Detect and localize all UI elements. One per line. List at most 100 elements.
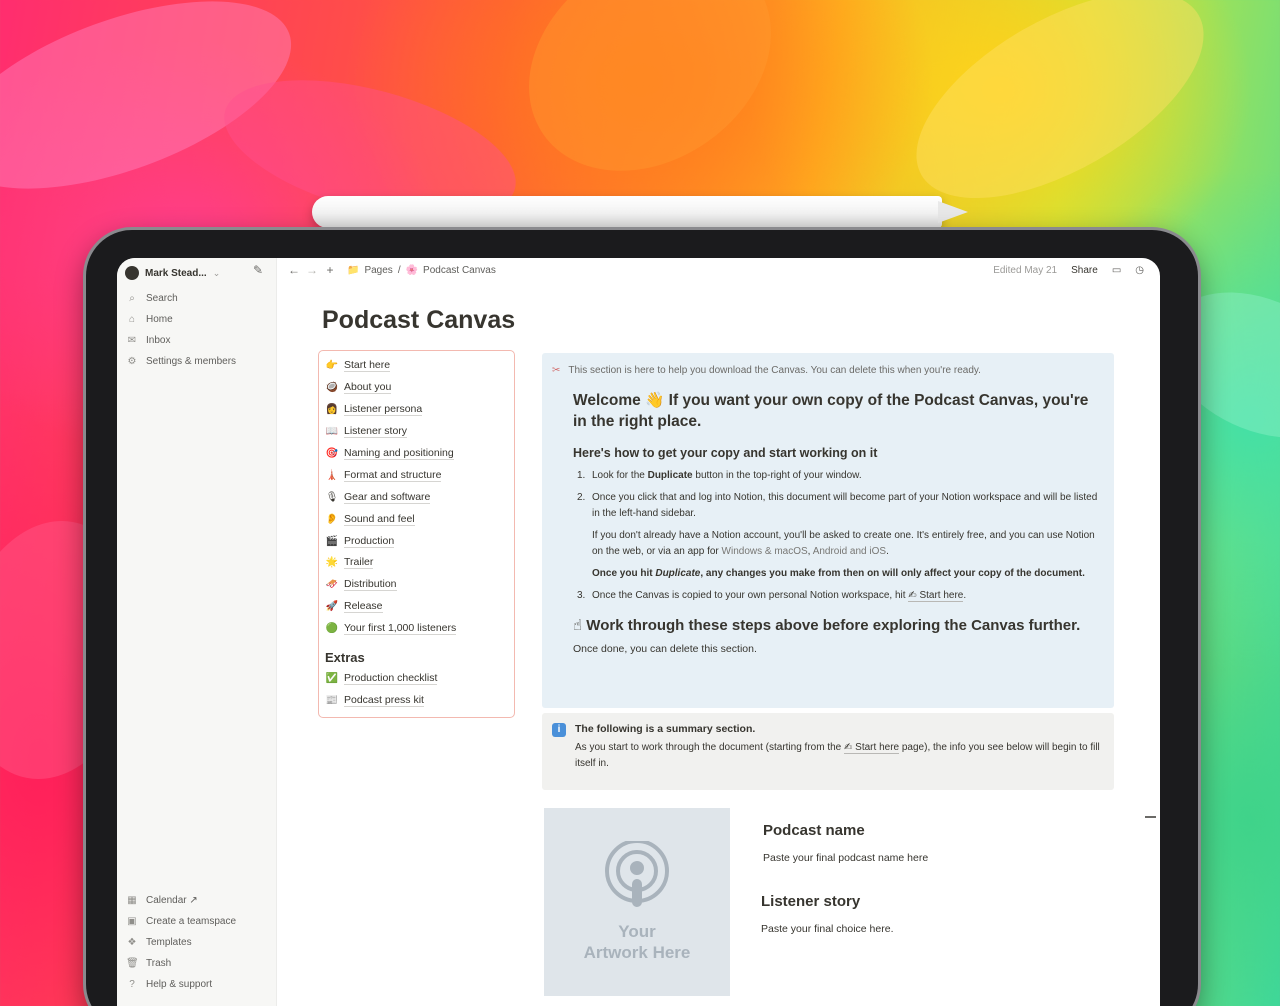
help-icon: ?	[129, 979, 135, 990]
artwork-placeholder[interactable]: Your Artwork Here	[544, 808, 730, 996]
toc-link-naming[interactable]: 🎯 Naming and positioning	[325, 443, 508, 465]
start-here-link[interactable]: ✍ Start here	[844, 742, 900, 754]
sidebar-item-create-teamspace[interactable]: ▣ Create a teamspace	[123, 911, 271, 932]
toc-link-production-checklist[interactable]: ✅ Production checklist	[325, 668, 508, 690]
step-text: .	[963, 590, 967, 601]
sidebar-item-settings[interactable]: ⚙ Settings & members	[123, 351, 271, 372]
toc-link-distribution[interactable]: 🛷 Distribution	[325, 574, 508, 596]
toc-link-sound[interactable]: 👂 Sound and feel	[325, 508, 508, 530]
toc-link-label: About you	[344, 381, 392, 395]
back-arrow-icon[interactable]: ←	[285, 263, 303, 277]
work-through-heading: ☝ Work through these steps above before …	[573, 617, 1081, 634]
toc-link-first-listeners[interactable]: 🟢 Your first 1,000 listeners	[325, 618, 508, 640]
sidebar-footer: ▦ Calendar ↗ ▣ Create a teamspace ❖ Temp…	[123, 890, 271, 995]
toc-link-listener-story[interactable]: 📖 Listener story	[325, 421, 508, 443]
listener-story-value[interactable]: Paste your final choice here.	[761, 923, 894, 935]
toc-link-format[interactable]: 🗼 Format and structure	[325, 464, 508, 486]
toc-link-label: Start here	[344, 359, 391, 373]
list-item: 2. Once you click that and log into Noti…	[573, 490, 1100, 582]
toc-link-gear[interactable]: 🎙 Gear and software	[325, 486, 508, 508]
star-icon: 🌟	[325, 557, 339, 569]
toc-link-label: Trailer	[344, 556, 374, 570]
summary-body: As you start to work through the documen…	[575, 740, 1100, 772]
toc-link-label: Distribution	[344, 578, 397, 592]
breadcrumb-current-page[interactable]: Podcast Canvas	[423, 265, 496, 276]
toc-link-about-you[interactable]: 🥥 About you	[325, 377, 508, 399]
search-icon: ⌕	[129, 293, 135, 304]
comments-icon[interactable]: ▭	[1112, 265, 1121, 276]
templates-icon: ❖	[127, 937, 137, 948]
sidebar-item-help[interactable]: ? Help & support	[123, 974, 271, 995]
artwork-line: Your	[618, 922, 656, 941]
new-page-icon[interactable]: ✎	[253, 263, 267, 277]
toc-link-start-here[interactable]: 👉 Start here	[325, 355, 508, 377]
toc-link-listener-persona[interactable]: 👩 Listener persona	[325, 399, 508, 421]
toc-link-label: Gear and software	[344, 490, 431, 504]
workspace-switcher[interactable]: Mark Stead... ⌄	[125, 262, 220, 284]
top-bar-actions: Edited May 21 Share ▭ ◷	[993, 265, 1160, 276]
toc-link-label: Production checklist	[344, 672, 438, 686]
toc-link-production[interactable]: 🎬 Production	[325, 530, 508, 552]
callout-body: Welcome 👋 If you want your own copy of t…	[573, 390, 1100, 655]
edited-timestamp: Edited May 21	[993, 264, 1058, 276]
book-icon: 📖	[325, 426, 339, 438]
summary-title: The following is a summary section.	[575, 723, 756, 735]
step-number: 3.	[577, 590, 586, 601]
pointing-hand-icon: 👉	[325, 360, 339, 372]
share-button[interactable]: Share	[1071, 265, 1098, 276]
flower-icon: 🌸	[405, 264, 419, 276]
scroll-indicator[interactable]	[1145, 816, 1156, 818]
podcast-name-value[interactable]: Paste your final podcast name here	[763, 852, 928, 864]
step-text-italic: Duplicate	[655, 568, 701, 579]
scissors-icon: ✂	[552, 365, 561, 376]
podcast-icon	[605, 841, 669, 907]
add-icon[interactable]: +	[321, 263, 339, 277]
sidebar-item-label: Settings & members	[146, 356, 237, 367]
sidebar-item-calendar[interactable]: ▦ Calendar ↗	[123, 890, 271, 911]
android-ios-link[interactable]: Android and iOS	[813, 546, 886, 557]
toc-link-trailer[interactable]: 🌟 Trailer	[325, 552, 508, 574]
clapperboard-icon: 🎬	[325, 535, 339, 547]
updates-clock-icon[interactable]: ◷	[1135, 265, 1144, 276]
workspace-name: Mark Stead...	[145, 267, 207, 279]
steps-list: 1. Look for the Duplicate button in the …	[573, 468, 1100, 604]
welcome-heading: Welcome 👋 If you want your own copy of t…	[573, 392, 1089, 430]
forward-arrow-icon[interactable]: →	[303, 263, 321, 277]
step-text-bold: Duplicate	[647, 470, 693, 481]
settings-icon: ⚙	[127, 356, 137, 367]
chevron-down-icon: ⌄	[212, 267, 221, 278]
green-circle-icon: 🟢	[325, 623, 339, 635]
artwork-line: Artwork Here	[583, 943, 691, 962]
list-item: 1. Look for the Duplicate button in the …	[573, 468, 1100, 484]
toc-link-label: Release	[344, 600, 383, 614]
breadcrumb-pages[interactable]: Pages	[364, 265, 392, 276]
windows-macos-link[interactable]: Windows & macOS	[722, 546, 808, 557]
sidebar-item-label: Trash	[146, 958, 172, 969]
info-icon: i	[552, 723, 566, 737]
step-text: button in the top-right of your window.	[692, 470, 862, 481]
step-text: , any changes you make from then on will…	[700, 568, 1085, 579]
download-callout: ✂ This section is here to help you downl…	[542, 353, 1114, 708]
coconut-icon: 🥥	[325, 382, 339, 394]
summary-text: As you start to work through the documen…	[575, 742, 845, 753]
sidebar-item-home[interactable]: ⌂ Home	[123, 309, 271, 330]
page-title: Podcast Canvas	[322, 306, 516, 334]
toc-link-label: Production	[344, 534, 395, 548]
toc-link-release[interactable]: 🚀 Release	[325, 596, 508, 618]
calendar-icon: ▦	[127, 895, 137, 906]
sidebar-item-label: Help & support	[146, 979, 213, 990]
sidebar-item-trash[interactable]: 🗑 Trash	[123, 953, 271, 974]
sidebar-item-templates[interactable]: ❖ Templates	[123, 932, 271, 953]
start-here-link[interactable]: ✍ Start here	[908, 590, 964, 602]
sidebar-item-search[interactable]: ⌕ Search	[123, 288, 271, 309]
step-text: Once you hit	[592, 568, 656, 579]
step-text: .	[886, 546, 889, 557]
toc-link-press-kit[interactable]: 📰 Podcast press kit	[325, 689, 508, 711]
sidebar: Mark Stead... ⌄ ✎ ⌕ Search ⌂ Home ✉ Inbo…	[117, 258, 277, 1006]
sidebar-item-inbox[interactable]: ✉ Inbox	[123, 330, 271, 351]
toc-link-label: Naming and positioning	[344, 447, 454, 460]
podcast-name-heading: Podcast name	[763, 822, 865, 839]
sidebar-item-label: Search	[146, 293, 178, 304]
toc-link-label: Format and structure	[344, 468, 442, 482]
toc-link-label: Your first 1,000 listeners	[344, 622, 457, 636]
